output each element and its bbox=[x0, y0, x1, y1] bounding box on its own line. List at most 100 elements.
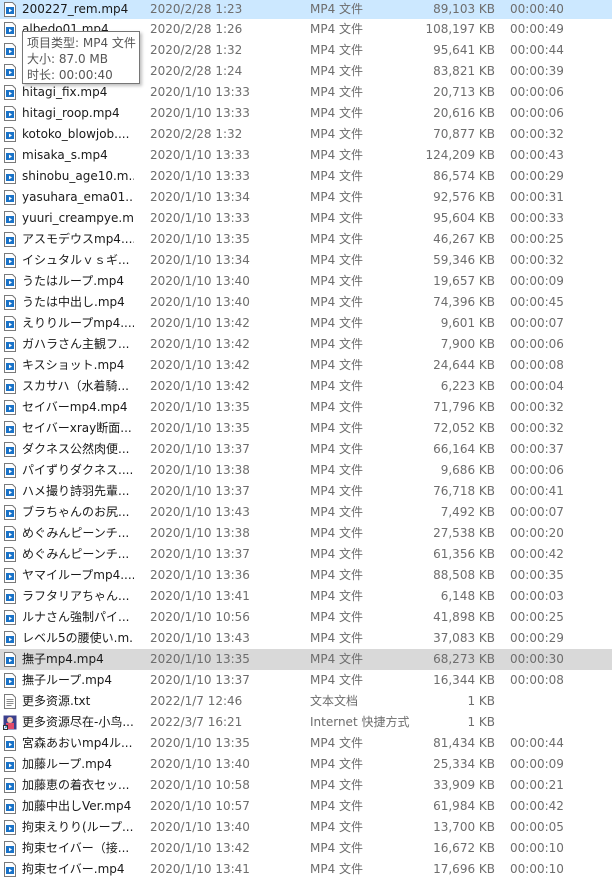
file-date-modified: 2020/1/10 13:35 bbox=[150, 652, 250, 666]
video-file-icon bbox=[3, 358, 17, 373]
video-file-icon bbox=[3, 127, 17, 142]
file-row[interactable]: ダクネス公然肉便... 2020/1/10 13:37 MP4 文件 66,164 K… bbox=[0, 439, 612, 460]
file-row[interactable]: ブラちゃんのお尻... 2020/1/10 13:43 MP4 文件 7,492 KB… bbox=[0, 502, 612, 523]
tooltip-size: 大小: 87.0 MB bbox=[27, 52, 108, 66]
file-date-modified: 2020/1/10 13:33 bbox=[150, 106, 250, 120]
file-row[interactable]: セイバーmp4.mp4 2020/1/10 13:35 MP4 文件 71,796 K… bbox=[0, 397, 612, 418]
file-row[interactable]: 拘束セイバー.mp4 2020/1/10 13:41 MP4 文件 17,696 KB… bbox=[0, 859, 612, 880]
video-file-icon bbox=[3, 2, 17, 17]
file-name: 200227_rem.mp4 bbox=[22, 2, 129, 16]
file-row[interactable]: パイずりダクネス.... 2020/1/10 13:38 MP4 文件 9,686 K… bbox=[0, 460, 612, 481]
file-duration: 00:00:31 bbox=[510, 190, 564, 204]
file-row[interactable]: めぐみんピーンチ... 2020/1/10 13:37 MP4 文件 61,356 K… bbox=[0, 544, 612, 565]
file-row[interactable]: レベル5の腰使い.m... 2020/1/10 13:43 MP4 文件 37,083… bbox=[0, 628, 612, 649]
file-date-modified: 2020/1/10 13:34 bbox=[150, 253, 250, 267]
file-size: 33,909 KB bbox=[433, 778, 495, 792]
file-duration: 00:00:32 bbox=[510, 421, 564, 435]
video-file-icon bbox=[3, 22, 17, 37]
file-duration: 00:00:42 bbox=[510, 547, 564, 561]
file-duration: 00:00:41 bbox=[510, 484, 564, 498]
file-row[interactable]: 加藤恵の着衣セッ... 2020/1/10 10:58 MP4 文件 33,909 K… bbox=[0, 775, 612, 796]
video-file-icon bbox=[3, 274, 17, 289]
video-file-icon bbox=[3, 190, 17, 205]
file-row[interactable]: 200227_rem.mp4 2020/2/28 1:23 MP4 文件 89,103… bbox=[0, 0, 612, 19]
file-row[interactable]: 拘束セイバー（接... 2020/1/10 13:42 MP4 文件 16,672 K… bbox=[0, 838, 612, 859]
file-name: パイずりダクネス.... bbox=[22, 463, 134, 477]
file-date-modified: 2020/1/10 13:41 bbox=[150, 862, 250, 876]
file-row[interactable]: イシュタルｖｓギ... 2020/1/10 13:34 MP4 文件 59,346 K… bbox=[0, 250, 612, 271]
file-size: 6,148 KB bbox=[440, 589, 495, 603]
file-row[interactable]: 撫子mp4.mp4 2020/1/10 13:35 MP4 文件 68,273 KB 0… bbox=[0, 649, 612, 670]
file-row[interactable]: ラフタリアちゃん... 2020/1/10 13:41 MP4 文件 6,148 KB… bbox=[0, 586, 612, 607]
file-row[interactable]: キスショット.mp4 2020/1/10 13:42 MP4 文件 24,644 KB… bbox=[0, 355, 612, 376]
file-size: 9,601 KB bbox=[440, 316, 495, 330]
file-name: yuuri_creampye.m... bbox=[22, 211, 134, 225]
file-size: 95,604 KB bbox=[433, 211, 495, 225]
file-name: 更多资源.txt bbox=[22, 694, 91, 708]
file-row[interactable]: 拘束えりり(ループ... 2020/1/10 13:40 MP4 文件 13,700 … bbox=[0, 817, 612, 838]
video-file-icon bbox=[3, 43, 17, 58]
file-size: 25,334 KB bbox=[433, 757, 495, 771]
file-row[interactable]: yasuhara_ema01.... 2020/1/10 13:34 MP4 文件 9… bbox=[0, 187, 612, 208]
file-duration: 00:00:43 bbox=[510, 148, 564, 162]
file-duration: 00:00:07 bbox=[510, 316, 564, 330]
file-duration: 00:00:29 bbox=[510, 631, 564, 645]
file-date-modified: 2020/1/10 13:42 bbox=[150, 316, 250, 330]
file-name: hitagi_roop.mp4 bbox=[22, 106, 120, 120]
file-row[interactable]: アスモデウスmp4.... 2020/1/10 13:35 MP4 文件 46,267… bbox=[0, 229, 612, 250]
file-size: 37,083 KB bbox=[433, 631, 495, 645]
video-file-icon bbox=[3, 337, 17, 352]
file-row[interactable]: misaka_s.mp4 2020/1/10 13:33 MP4 文件 124,209… bbox=[0, 145, 612, 166]
file-row[interactable]: めぐみんピーンチ... 2020/1/10 13:38 MP4 文件 27,538 K… bbox=[0, 523, 612, 544]
tooltip-duration: 时长: 00:00:40 bbox=[27, 68, 113, 82]
file-row[interactable]: hitagi_fix.mp4 2020/1/10 13:33 MP4 文件 20,71… bbox=[0, 82, 612, 103]
file-row[interactable]: セイバーxray断面... 2020/1/10 13:35 MP4 文件 72,052… bbox=[0, 418, 612, 439]
file-size: 92,576 KB bbox=[433, 190, 495, 204]
file-row[interactable]: 更多资源.txt 2022/1/7 12:46 文本文档 1 KB bbox=[0, 691, 612, 712]
file-name: セイバーxray断面... bbox=[22, 421, 132, 435]
file-row[interactable]: 宮森あおいmp4ル... 2020/1/10 13:35 MP4 文件 81,434 … bbox=[0, 733, 612, 754]
file-row[interactable]: 加藤ループ.mp4 2020/1/10 13:40 MP4 文件 25,334 KB 0… bbox=[0, 754, 612, 775]
file-name: shinobu_age10.m... bbox=[22, 169, 134, 183]
file-row[interactable]: うたは中出し.mp4 2020/1/10 13:40 MP4 文件 74,396 KB… bbox=[0, 292, 612, 313]
file-row[interactable]: kotoko_blowjob.... 2020/2/28 1:32 MP4 文件 70… bbox=[0, 124, 612, 145]
file-name: ガハラさん主観フ... bbox=[22, 337, 130, 351]
file-row[interactable]: yuuri_creampye.m... 2020/1/10 13:33 MP4 文件… bbox=[0, 208, 612, 229]
file-name: ヤマイループmp4.... bbox=[22, 568, 134, 582]
file-size: 59,346 KB bbox=[433, 253, 495, 267]
file-duration: 00:00:25 bbox=[510, 232, 564, 246]
file-date-modified: 2020/1/10 13:42 bbox=[150, 379, 250, 393]
tooltip-type: 项目类型: MP4 文件 bbox=[27, 36, 136, 50]
file-date-modified: 2022/1/7 12:46 bbox=[150, 694, 243, 708]
file-name: キスショット.mp4 bbox=[22, 358, 125, 372]
file-size: 16,344 KB bbox=[433, 673, 495, 687]
file-row[interactable]: うたはループ.mp4 2020/1/10 13:40 MP4 文件 19,657 KB… bbox=[0, 271, 612, 292]
file-date-modified: 2020/1/10 10:57 bbox=[150, 799, 250, 813]
file-duration: 00:00:39 bbox=[510, 64, 564, 78]
file-size: 70,877 KB bbox=[433, 127, 495, 141]
video-file-icon bbox=[3, 85, 17, 100]
file-row[interactable]: ルナさん強制パイ... 2020/1/10 10:56 MP4 文件 41,898 K… bbox=[0, 607, 612, 628]
file-date-modified: 2020/1/10 13:36 bbox=[150, 568, 250, 582]
file-row[interactable]: ハメ撮り詩羽先輩... 2020/1/10 13:37 MP4 文件 76,718 K… bbox=[0, 481, 612, 502]
file-row[interactable]: えりりループmp4.... 2020/1/10 13:42 MP4 文件 9,601 … bbox=[0, 313, 612, 334]
file-duration: 00:00:05 bbox=[510, 820, 564, 834]
file-date-modified: 2020/1/10 13:40 bbox=[150, 295, 250, 309]
file-row[interactable]: hitagi_roop.mp4 2020/1/10 13:33 MP4 文件 20,6… bbox=[0, 103, 612, 124]
file-row[interactable]: 撫子ループ.mp4 2020/1/10 13:37 MP4 文件 16,344 KB 0… bbox=[0, 670, 612, 691]
video-file-icon bbox=[3, 400, 17, 415]
file-name: セイバーmp4.mp4 bbox=[22, 400, 128, 414]
file-row[interactable]: 加藤中出しVer.mp4 2020/1/10 10:57 MP4 文件 61,984 … bbox=[0, 796, 612, 817]
file-duration: 00:00:09 bbox=[510, 274, 564, 288]
video-file-icon bbox=[3, 841, 17, 856]
file-duration: 00:00:20 bbox=[510, 526, 564, 540]
video-file-icon bbox=[3, 568, 17, 583]
video-file-icon bbox=[3, 736, 17, 751]
video-file-icon bbox=[3, 295, 17, 310]
video-file-icon bbox=[3, 253, 17, 268]
file-row[interactable]: 更多资源尽在-小鸟... 2022/3/7 16:21 Internet 快捷方式 1… bbox=[0, 712, 612, 733]
file-row[interactable]: スカサハ（水着騎... 2020/1/10 13:42 MP4 文件 6,223 KB… bbox=[0, 376, 612, 397]
file-row[interactable]: ガハラさん主観フ... 2020/1/10 13:42 MP4 文件 7,900 KB… bbox=[0, 334, 612, 355]
file-row[interactable]: ヤマイループmp4.... 2020/1/10 13:36 MP4 文件 88,508… bbox=[0, 565, 612, 586]
file-row[interactable]: shinobu_age10.m... 2020/1/10 13:33 MP4 文件 8… bbox=[0, 166, 612, 187]
